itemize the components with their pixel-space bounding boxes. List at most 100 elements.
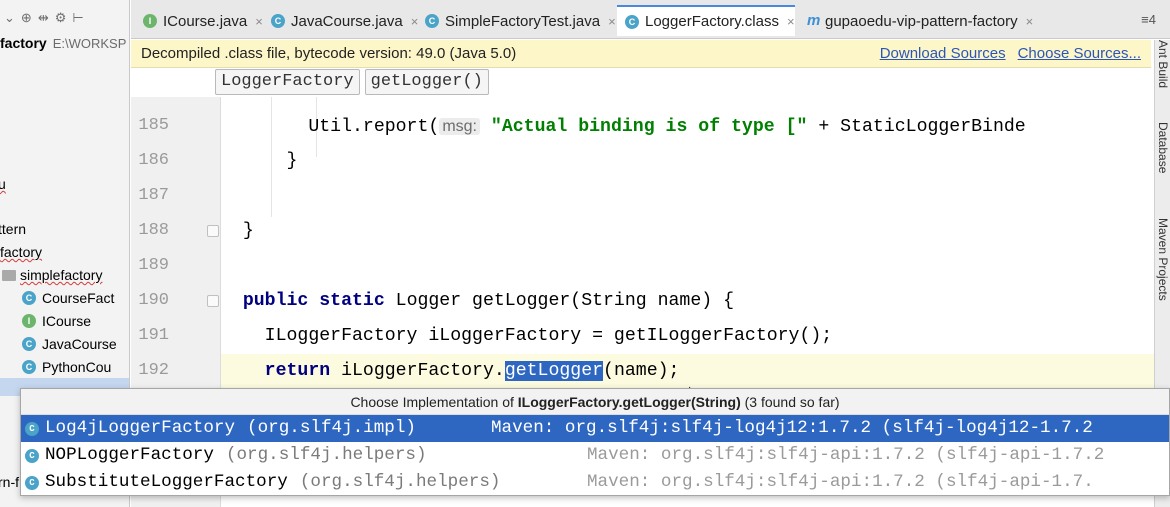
tab-overflow-button[interactable]: ≡4 bbox=[1141, 12, 1156, 27]
tool-tab-maven-projects[interactable]: Maven Projects bbox=[1156, 218, 1170, 301]
tree-item-label: JavaCourse bbox=[42, 336, 117, 352]
editor-tab-bar: I ICourse.java × C JavaCourse.java × C S… bbox=[131, 0, 1170, 39]
tree-item-label: ttern bbox=[0, 221, 27, 237]
line-number: 189 bbox=[138, 256, 169, 275]
tree-item[interactable]: rn-f bbox=[0, 472, 19, 492]
implementation-name: Log4jLoggerFactory bbox=[45, 418, 236, 438]
project-root[interactable]: factory E:\WORKSP bbox=[0, 35, 126, 51]
collapse-icon[interactable]: ⇹ bbox=[38, 10, 49, 26]
tree-item-label: simplefactory bbox=[20, 267, 103, 283]
download-sources-link[interactable]: Download Sources bbox=[880, 45, 1006, 62]
code-line: } bbox=[221, 144, 298, 179]
tab-loggerfactory-class[interactable]: C LoggerFactory.class × bbox=[617, 5, 795, 36]
project-toolbar: ⌄ ⊕ ⇹ ⚙ ⊢ bbox=[0, 6, 129, 30]
class-icon: C bbox=[25, 421, 39, 436]
code-text: Util.report( bbox=[308, 117, 440, 137]
code-text: ILoggerFactory iLoggerFactory = getILogg… bbox=[264, 326, 833, 346]
parameter-hint: msg: bbox=[439, 118, 480, 135]
keyword: return bbox=[264, 361, 331, 381]
tool-tab-database[interactable]: Database bbox=[1156, 122, 1170, 173]
tree-item[interactable]: C JavaCourse bbox=[22, 334, 117, 354]
implementation-package: (org.slf4j.helpers) bbox=[225, 445, 427, 465]
implementation-name: NOPLoggerFactory bbox=[45, 445, 214, 465]
tree-item-label: CourseFact bbox=[42, 290, 115, 306]
project-root-name: factory bbox=[0, 35, 47, 51]
implementation-library: Maven: org.slf4j:slf4j-api:1.7.2 (slf4j-… bbox=[587, 445, 1105, 465]
line-number: 186 bbox=[138, 151, 169, 170]
class-icon: C bbox=[22, 360, 36, 374]
implementation-package: (org.slf4j.helpers) bbox=[299, 472, 501, 492]
tab-label: gupaoedu-vip-pattern-factory bbox=[825, 12, 1018, 30]
tab-module[interactable]: m gupaoedu-vip-pattern-factory × bbox=[799, 8, 1033, 34]
popup-title-suffix: (3 found so far) bbox=[740, 394, 840, 410]
code-text: } bbox=[242, 221, 254, 241]
tree-item-label: factory bbox=[0, 244, 43, 260]
tree-item-label: PythonCou bbox=[42, 359, 112, 375]
tab-label: SimpleFactoryTest.java bbox=[445, 12, 601, 30]
code-line-current: return iLoggerFactory.getLogger(name); bbox=[221, 354, 1156, 389]
string-literal: "Actual binding is of type [" bbox=[490, 117, 808, 137]
implementation-package: (org.slf4j.impl) bbox=[247, 418, 416, 438]
code-text: (name); bbox=[603, 361, 680, 381]
breadcrumb-method[interactable]: getLogger() bbox=[364, 69, 489, 95]
class-icon: C bbox=[25, 448, 39, 463]
tab-label: JavaCourse.java bbox=[291, 12, 403, 30]
code-text: + StaticLoggerBinde bbox=[807, 117, 1026, 137]
close-icon[interactable]: × bbox=[1026, 14, 1034, 29]
popup-title-prefix: Choose Implementation of bbox=[350, 394, 518, 410]
interface-icon: I bbox=[143, 14, 157, 28]
tree-item[interactable]: C PythonCou bbox=[22, 357, 111, 377]
line-number: 187 bbox=[138, 186, 169, 205]
tree-item-label: ICourse bbox=[42, 313, 92, 329]
implementation-library: Maven: org.slf4j:slf4j-api:1.7.2 (slf4j-… bbox=[587, 472, 1094, 492]
implementation-item[interactable]: C Log4jLoggerFactory (org.slf4j.impl) Ma… bbox=[21, 415, 1169, 442]
implementation-item[interactable]: C SubstituteLoggerFactory (org.slf4j.hel… bbox=[21, 469, 1169, 495]
close-icon[interactable]: × bbox=[787, 14, 795, 29]
close-icon[interactable]: × bbox=[608, 14, 616, 29]
tree-item[interactable]: factory bbox=[0, 242, 42, 262]
class-icon: C bbox=[25, 475, 39, 490]
breadcrumb-class[interactable]: LoggerFactory bbox=[215, 69, 360, 95]
decompiled-banner: Decompiled .class file, bytecode version… bbox=[131, 40, 1151, 68]
line-number: 188 bbox=[138, 221, 169, 240]
selected-identifier[interactable]: getLogger bbox=[504, 361, 604, 381]
interface-icon: I bbox=[22, 314, 36, 328]
class-icon: C bbox=[22, 291, 36, 305]
tab-simplefactorytest[interactable]: C SimpleFactoryTest.java × bbox=[417, 8, 616, 34]
class-file-icon: C bbox=[625, 14, 639, 29]
tree-item-label: u bbox=[0, 174, 6, 194]
tree-item[interactable]: u bbox=[0, 174, 6, 194]
tab-javacourse[interactable]: C JavaCourse.java × bbox=[263, 8, 418, 34]
implementation-item[interactable]: C NOPLoggerFactory (org.slf4j.helpers) M… bbox=[21, 442, 1169, 469]
class-icon: C bbox=[425, 14, 439, 28]
tree-item[interactable]: I ICourse bbox=[22, 311, 91, 331]
tree-item[interactable]: ttern bbox=[0, 219, 26, 239]
gear-icon[interactable]: ⚙ bbox=[55, 10, 67, 26]
implementation-library: Maven: org.slf4j:slf4j-log4j12:1.7.2 (sl… bbox=[491, 418, 1093, 438]
class-icon: C bbox=[271, 14, 285, 28]
chevron-down-icon[interactable]: ⌄ bbox=[4, 10, 15, 26]
tree-item-simplefactory[interactable]: simplefactory bbox=[2, 265, 102, 285]
keyword: public static bbox=[242, 291, 385, 311]
code-line: ILoggerFactory iLoggerFactory = getILogg… bbox=[221, 319, 833, 354]
fold-marker[interactable] bbox=[207, 295, 219, 307]
code-text: Logger getLogger(String name) { bbox=[384, 291, 734, 311]
tree-item[interactable]: C CourseFact bbox=[22, 288, 114, 308]
tab-icourse[interactable]: I ICourse.java × bbox=[135, 8, 263, 34]
banner-message: Decompiled .class file, bytecode version… bbox=[141, 45, 517, 62]
target-icon[interactable]: ⊕ bbox=[21, 10, 32, 26]
tool-tab-ant-build[interactable]: Ant Build bbox=[1156, 40, 1170, 88]
choose-sources-link[interactable]: Choose Sources... bbox=[1018, 45, 1141, 62]
close-icon[interactable]: × bbox=[255, 14, 263, 29]
breadcrumb: LoggerFactory getLogger() bbox=[215, 69, 489, 95]
line-number: 190 bbox=[138, 291, 169, 310]
fold-marker[interactable] bbox=[207, 225, 219, 237]
hide-icon[interactable]: ⊢ bbox=[72, 10, 83, 26]
